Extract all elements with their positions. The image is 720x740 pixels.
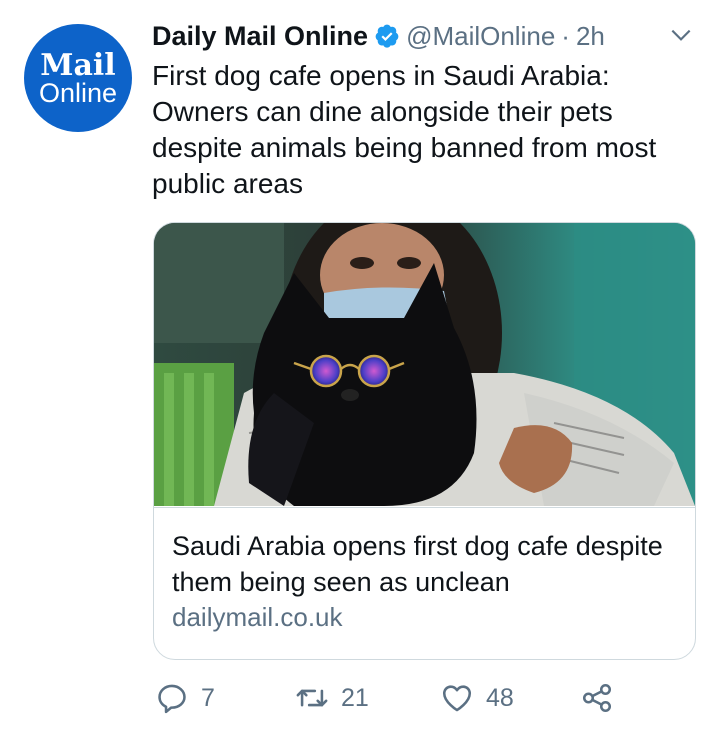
card-body[interactable]: Saudi Arabia opens first dog cafe despit… — [154, 507, 695, 659]
share-icon — [582, 683, 612, 713]
display-name[interactable]: Daily Mail Online — [152, 21, 368, 52]
reply-count: 7 — [201, 683, 215, 712]
tweet-header: Daily Mail Online @MailOnline · 2h — [152, 16, 700, 56]
heart-icon — [442, 685, 472, 712]
timestamp[interactable]: 2h — [576, 21, 605, 52]
like-count: 48 — [486, 683, 514, 712]
card-title[interactable]: Saudi Arabia opens first dog cafe despit… — [172, 528, 677, 600]
link-card[interactable]: Saudi Arabia opens first dog cafe despit… — [153, 222, 696, 660]
card-domain: dailymail.co.uk — [172, 602, 343, 632]
tweet-text: First dog cafe opens in Saudi Arabia: Ow… — [152, 60, 657, 199]
retweet-icon — [296, 689, 328, 707]
like-button[interactable]: 48 — [440, 676, 514, 720]
tweet-actions: 7 21 48 — [155, 676, 625, 720]
retweet-count: 21 — [341, 683, 369, 712]
separator-dot: · — [561, 20, 570, 51]
verified-badge-icon — [375, 24, 399, 48]
avatar-logo-line2: Online — [38, 78, 118, 108]
chevron-down-icon[interactable] — [668, 22, 694, 48]
handle[interactable]: @MailOnline — [406, 21, 555, 52]
share-button[interactable] — [580, 676, 614, 720]
reply-button[interactable]: 7 — [155, 676, 215, 720]
retweet-button[interactable]: 21 — [295, 676, 369, 720]
avatar[interactable]: Mail Online — [24, 24, 132, 132]
reply-icon — [158, 684, 186, 714]
avatar-logo-line1: Mail — [40, 48, 116, 83]
card-image — [154, 223, 695, 506]
